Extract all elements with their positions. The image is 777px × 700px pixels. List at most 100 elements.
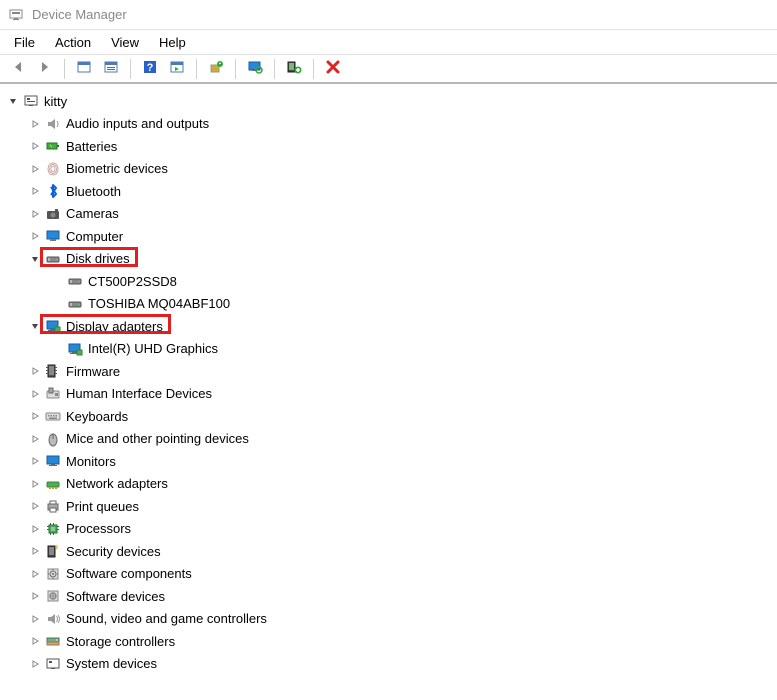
update-driver-button[interactable] [204,57,228,81]
add-driver-button[interactable] [282,57,306,81]
chevron-right-icon[interactable] [28,117,42,131]
camera-icon [44,205,62,223]
bluetooth-icon [44,182,62,200]
fingerprint-icon [44,160,62,178]
toolbar-separator [235,59,236,79]
tree-node-cat-4[interactable]: Cameras [4,203,777,226]
uninstall-button[interactable] [321,57,345,81]
chevron-right-icon[interactable] [28,522,42,536]
toolbar-separator [130,59,131,79]
chevron-right-icon[interactable] [28,499,42,513]
menu-view[interactable]: View [101,33,149,52]
device-tree: kittyAudio inputs and outputs Batteries Bi… [0,84,777,700]
keyboard-icon [44,407,62,425]
forward-button[interactable] [33,57,57,81]
chevron-right-icon[interactable] [28,477,42,491]
tree-node-cat-17[interactable]: Software components [4,563,777,586]
tree-node-cat-7-child-0[interactable]: Intel(R) UHD Graphics [4,338,777,361]
chevron-down-icon[interactable] [28,252,42,266]
tree-node-cat-12[interactable]: Monitors [4,450,777,473]
chevron-right-icon[interactable] [28,409,42,423]
tree-node-label: TOSHIBA MQ04ABF100 [88,296,236,311]
chevron-right-icon[interactable] [28,139,42,153]
chevron-right-icon[interactable] [28,612,42,626]
back-button[interactable] [6,57,30,81]
tree-node-label: Firmware [66,364,126,379]
tree-node-label: Security devices [66,544,167,559]
tree-node-label: Keyboards [66,409,134,424]
disk-icon [66,295,84,313]
menu-help[interactable]: Help [149,33,196,52]
tree-node-label: Storage controllers [66,634,181,649]
chevron-right-icon[interactable] [28,364,42,378]
panel-play-icon [169,59,185,78]
window-title: Device Manager [32,7,127,22]
chevron-right-icon[interactable] [28,207,42,221]
tree-node-cat-13[interactable]: Network adapters [4,473,777,496]
tree-node-cat-16[interactable]: Security devices [4,540,777,563]
tree-node-label: Software devices [66,589,171,604]
software-device-icon [44,587,62,605]
tree-node-cat-18[interactable]: Software devices [4,585,777,608]
tree-node-cat-0[interactable]: Audio inputs and outputs [4,113,777,136]
tree-node-cat-14[interactable]: Print queues [4,495,777,518]
software-component-icon [44,565,62,583]
tree-node-cat-9[interactable]: Human Interface Devices [4,383,777,406]
computer-icon [44,227,62,245]
sound-icon [44,610,62,628]
show-hidden-button[interactable] [72,57,96,81]
tree-node-cat-6-child-0[interactable]: CT500P2SSD8 [4,270,777,293]
menu-file[interactable]: File [4,33,45,52]
help-icon [142,59,158,78]
chevron-right-icon[interactable] [28,432,42,446]
tree-node-cat-21[interactable]: System devices [4,653,777,676]
tree-node-cat-1[interactable]: Batteries [4,135,777,158]
chevron-right-icon[interactable] [28,657,42,671]
tree-node-label: Sound, video and game controllers [66,611,273,626]
chevron-right-icon[interactable] [28,184,42,198]
chevron-right-icon[interactable] [28,634,42,648]
monitor-scan-icon [247,59,263,78]
tree-node-cat-20[interactable]: Storage controllers [4,630,777,653]
help-button[interactable] [138,57,162,81]
monitor-icon [44,452,62,470]
tree-node-cat-3[interactable]: Bluetooth [4,180,777,203]
network-icon [44,475,62,493]
tree-node-cat-5[interactable]: Computer [4,225,777,248]
chevron-right-icon[interactable] [28,567,42,581]
firmware-icon [44,362,62,380]
tree-node-cat-7[interactable]: Display adapters [4,315,777,338]
tree-node-cat-6-child-1[interactable]: TOSHIBA MQ04ABF100 [4,293,777,316]
tree-node-cat-8[interactable]: Firmware [4,360,777,383]
chevron-right-icon[interactable] [28,162,42,176]
properties-button[interactable] [99,57,123,81]
hid-icon [44,385,62,403]
disk-icon [44,250,62,268]
toolbar-separator [64,59,65,79]
tree-node-cat-11[interactable]: Mice and other pointing devices [4,428,777,451]
chevron-none [50,342,64,356]
chevron-right-icon[interactable] [28,387,42,401]
chevron-right-icon[interactable] [28,544,42,558]
tree-node-cat-6[interactable]: Disk drives [4,248,777,271]
scan-hardware-button[interactable] [243,57,267,81]
tree-node-label: Computer [66,229,129,244]
tree-node-label: Bluetooth [66,184,127,199]
processor-icon [44,520,62,538]
chevron-down-icon[interactable] [28,319,42,333]
tree-node-cat-10[interactable]: Keyboards [4,405,777,428]
chevron-right-icon[interactable] [28,454,42,468]
tree-node-label: Batteries [66,139,123,154]
chevron-right-icon[interactable] [28,229,42,243]
tree-node-cat-19[interactable]: Sound, video and game controllers [4,608,777,631]
details-button[interactable] [165,57,189,81]
tree-node-label: Display adapters [66,319,169,334]
tree-node-label: Network adapters [66,476,174,491]
chevron-down-icon[interactable] [6,94,20,108]
tree-node-label: Biometric devices [66,161,174,176]
tree-node-cat-2[interactable]: Biometric devices [4,158,777,181]
tree-node-cat-15[interactable]: Processors [4,518,777,541]
chevron-right-icon[interactable] [28,589,42,603]
menu-action[interactable]: Action [45,33,101,52]
tree-node-root[interactable]: kitty [4,90,777,113]
